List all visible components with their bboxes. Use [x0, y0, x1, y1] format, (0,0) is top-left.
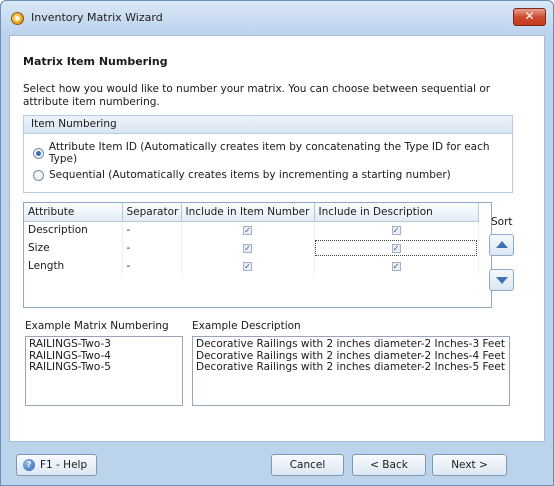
wizard-page: Matrix Item Numbering Select how you wou…	[9, 35, 545, 442]
radio-sequential[interactable]: Sequential (Automatically creates items …	[33, 168, 451, 182]
app-icon	[11, 12, 24, 25]
table-row[interactable]: Size - ✓ ✓	[24, 239, 479, 257]
column-header-include-description[interactable]: Include in Description	[313, 203, 479, 222]
example-numbering-list[interactable]: RAILINGS-Two-3 RAILINGS-Two-4 RAILINGS-T…	[25, 336, 183, 406]
title-bar: Inventory Matrix Wizard ✕	[1, 1, 553, 35]
help-icon: ?	[23, 459, 35, 471]
list-item: Decorative Railings with 2 inches diamet…	[196, 338, 505, 350]
separator-cell[interactable]: -	[122, 239, 182, 257]
column-header-include-item-number[interactable]: Include in Item Number	[180, 203, 315, 222]
item-numbering-group: Item Numbering Attribute Item ID (Automa…	[23, 115, 513, 193]
grid-header-row: Attribute Separator Include in Item Numb…	[24, 203, 479, 222]
list-item: Decorative Railings with 2 inches diamet…	[196, 361, 505, 373]
separator-cell[interactable]: -	[122, 221, 182, 239]
next-button[interactable]: Next >	[432, 454, 507, 476]
include-number-checkbox[interactable]: ✓	[243, 243, 252, 253]
list-item: RAILINGS-Two-5	[29, 361, 111, 373]
radio-label: Sequential (Automatically creates items …	[49, 169, 451, 181]
page-description: Select how you would like to number your…	[23, 83, 491, 108]
sort-up-button[interactable]	[489, 234, 514, 256]
radio-label: Attribute Item ID (Automatically creates…	[48, 141, 490, 165]
help-button[interactable]: ? F1 - Help	[16, 454, 97, 476]
cancel-button[interactable]: Cancel	[271, 454, 344, 476]
include-number-checkbox[interactable]: ✓	[243, 225, 252, 235]
attribute-grid[interactable]: Attribute Separator Include in Item Numb…	[23, 202, 492, 308]
table-row[interactable]: Description - ✓ ✓	[24, 221, 479, 239]
example-description-list[interactable]: Decorative Railings with 2 inches diamet…	[192, 336, 510, 406]
column-header-separator[interactable]: Separator	[121, 203, 182, 222]
wizard-window: Inventory Matrix Wizard ✕ Matrix Item Nu…	[0, 0, 554, 486]
sort-label: Sort	[491, 216, 513, 228]
sort-down-button[interactable]	[489, 269, 514, 291]
table-row[interactable]: Length - ✓ ✓	[24, 257, 479, 275]
include-description-checkbox[interactable]: ✓	[391, 225, 401, 235]
column-header-attribute[interactable]: Attribute	[24, 203, 123, 222]
radio-button-selected[interactable]	[33, 147, 44, 159]
include-description-checkbox[interactable]: ✓	[391, 243, 401, 253]
example-description-label: Example Description	[192, 320, 301, 332]
attribute-cell: Length	[24, 257, 123, 275]
group-title: Item Numbering	[24, 116, 512, 134]
separator-cell[interactable]: -	[122, 257, 182, 275]
radio-attribute-item-id[interactable]: Attribute Item ID (Automatically creates…	[33, 141, 512, 165]
example-numbering-label: Example Matrix Numbering	[25, 320, 169, 332]
include-number-checkbox[interactable]: ✓	[243, 261, 252, 271]
triangle-up-icon	[496, 241, 508, 248]
include-description-checkbox[interactable]: ✓	[391, 261, 401, 271]
triangle-down-icon	[496, 277, 508, 284]
close-button[interactable]: ✕	[513, 8, 546, 26]
list-item: RAILINGS-Two-3	[29, 338, 111, 350]
attribute-cell: Size	[24, 239, 123, 257]
window-title: Inventory Matrix Wizard	[31, 11, 163, 24]
back-button[interactable]: < Back	[352, 454, 426, 476]
page-title: Matrix Item Numbering	[23, 55, 168, 68]
help-label: F1 - Help	[40, 459, 88, 471]
attribute-cell: Description	[24, 221, 123, 239]
radio-button[interactable]	[33, 169, 44, 181]
